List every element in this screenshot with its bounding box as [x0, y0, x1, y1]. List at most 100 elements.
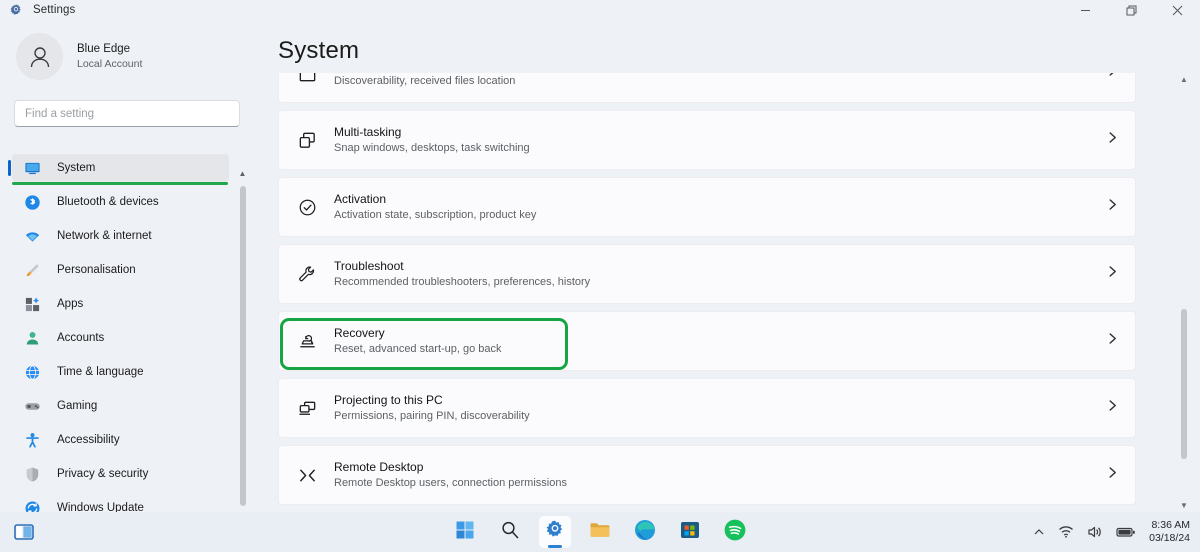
sidebar-scrollbar[interactable]: ▲ ▼ [237, 168, 248, 526]
chevron-right-icon[interactable] [1106, 131, 1119, 149]
search-icon [499, 519, 521, 546]
search-input[interactable] [25, 108, 229, 120]
microsoft-store-app[interactable] [674, 516, 706, 548]
clock-time: 8:36 AM [1149, 519, 1190, 532]
multitasking-windows-icon [296, 129, 318, 151]
spotify-icon [723, 518, 747, 547]
monitor-icon [24, 160, 41, 177]
settings-card-troubleshoot[interactable]: TroubleshootRecommended troubleshooters,… [278, 244, 1136, 304]
store-icon [678, 518, 702, 547]
sidebar-item-label: Privacy & security [57, 468, 148, 480]
folder-icon [588, 518, 612, 547]
settings-card-multi-tasking[interactable]: Multi-taskingSnap windows, desktops, tas… [278, 110, 1136, 170]
sidebar-item-apps[interactable]: Apps [12, 290, 229, 318]
sidebar-item-label: Windows Update [57, 502, 144, 512]
system-tray: 8:36 AM 03/18/24 [1033, 519, 1190, 545]
spotify-app[interactable] [719, 516, 751, 548]
close-icon[interactable] [1154, 0, 1200, 20]
file-explorer-app[interactable] [584, 516, 616, 548]
settings-app[interactable] [539, 516, 571, 548]
sidebar-nav: System Bluetooth & devices Network & inter… [0, 148, 258, 512]
card-title: Remote Desktop [334, 459, 567, 475]
sidebar-item-privacy-security[interactable]: Privacy & security [12, 460, 229, 488]
window-title: Settings [33, 4, 75, 16]
wifi-icon [24, 228, 41, 245]
edge-browser-app[interactable] [629, 516, 661, 548]
apps-grid-icon [24, 296, 41, 313]
settings-card-remote-desktop[interactable]: Remote DesktopRemote Desktop users, conn… [278, 445, 1136, 505]
main-scroll-down-icon[interactable]: ▼ [1178, 499, 1190, 513]
chevron-right-icon[interactable] [1106, 265, 1119, 283]
settings-card-activation[interactable]: ActivationActivation state, subscription… [278, 177, 1136, 237]
chevron-right-icon[interactable] [1106, 466, 1119, 484]
account-summary[interactable]: Blue Edge Local Account [16, 33, 258, 80]
settings-card-nearby-sharing[interactable]: Nearby sharingDiscoverability, received … [278, 73, 1136, 103]
search-box[interactable] [14, 100, 240, 127]
settings-card-projecting-to-this-pc[interactable]: Projecting to this PCPermissions, pairin… [278, 378, 1136, 438]
start-button[interactable] [449, 516, 481, 548]
main-scroll-thumb[interactable] [1181, 309, 1187, 459]
sidebar-item-accessibility[interactable]: Accessibility [12, 426, 229, 454]
sidebar-item-system[interactable]: System [12, 154, 229, 182]
card-subtitle: Permissions, pairing PIN, discoverabilit… [334, 408, 530, 424]
sidebar-scroll-up-icon[interactable]: ▲ [237, 168, 248, 180]
sidebar-item-bluetooth-devices[interactable]: Bluetooth & devices [12, 188, 229, 216]
card-title: Projecting to this PC [334, 392, 530, 408]
person-avatar-icon [16, 33, 63, 80]
chevron-right-icon[interactable] [1106, 332, 1119, 350]
account-type: Local Account [77, 57, 142, 71]
edge-icon [633, 518, 657, 547]
settings-card-recovery[interactable]: RecoveryReset, advanced start-up, go bac… [278, 311, 1136, 371]
sidebar-item-time-language[interactable]: Time & language [12, 358, 229, 386]
accessibility-person-icon [24, 432, 41, 449]
person-icon [24, 330, 41, 347]
sidebar-item-network-internet[interactable]: Network & internet [12, 222, 229, 250]
page-title: System [278, 37, 359, 65]
sidebar: Blue Edge Local Account System Bluetooth … [0, 20, 258, 512]
chevron-right-icon[interactable] [1106, 198, 1119, 216]
settings-gear-icon [9, 3, 23, 17]
shield-icon [24, 466, 41, 483]
card-subtitle: Recommended troubleshooters, preferences… [334, 274, 590, 290]
windows-update-icon [24, 500, 41, 513]
sidebar-item-accounts[interactable]: Accounts [12, 324, 229, 352]
wrench-icon [296, 263, 318, 285]
bluetooth-icon [24, 194, 41, 211]
chevron-up-icon[interactable] [1033, 526, 1045, 538]
main-content: System Nearby sharingDiscoverability, re… [258, 20, 1200, 512]
speaker-icon[interactable] [1087, 524, 1103, 540]
sidebar-item-label: Bluetooth & devices [57, 196, 159, 208]
title-bar: Settings [0, 0, 1200, 20]
card-subtitle: Snap windows, desktops, task switching [334, 140, 530, 156]
sidebar-item-personalisation[interactable]: Personalisation [12, 256, 229, 284]
window-controls [1062, 0, 1200, 20]
sidebar-item-windows-update[interactable]: Windows Update [12, 494, 229, 512]
card-title: Recovery [334, 325, 502, 341]
sidebar-item-label: Time & language [57, 366, 144, 378]
paintbrush-icon [24, 262, 41, 279]
minimize-icon[interactable] [1062, 0, 1108, 20]
sidebar-item-label: Personalisation [57, 264, 136, 276]
chevron-right-icon[interactable] [1106, 73, 1119, 82]
sidebar-item-label: Network & internet [57, 230, 152, 242]
sidebar-item-label: Accessibility [57, 434, 120, 446]
main-scroll-up-icon[interactable]: ▲ [1178, 73, 1190, 87]
card-title: Multi-tasking [334, 124, 530, 140]
clock[interactable]: 8:36 AM 03/18/24 [1149, 519, 1190, 545]
card-title: Troubleshoot [334, 258, 590, 274]
system-item-highlight-annotation [12, 182, 228, 185]
sidebar-item-label: Apps [57, 298, 83, 310]
card-subtitle: Discoverability, received files location [334, 73, 515, 89]
sidebar-scroll-thumb[interactable] [240, 186, 246, 506]
sidebar-item-gaming[interactable]: Gaming [12, 392, 229, 420]
card-subtitle: Remote Desktop users, connection permiss… [334, 475, 567, 491]
restore-icon[interactable] [1108, 0, 1154, 20]
main-scrollbar[interactable]: ▲ ▼ [1178, 73, 1190, 513]
wifi-icon[interactable] [1058, 524, 1074, 540]
settings-gear-icon [544, 519, 566, 546]
search-button[interactable] [494, 516, 526, 548]
chevron-right-icon[interactable] [1106, 399, 1119, 417]
settings-card-list: Nearby sharingDiscoverability, received … [278, 73, 1136, 513]
battery-icon[interactable] [1116, 525, 1136, 539]
sidebar-item-label: System [57, 162, 95, 174]
